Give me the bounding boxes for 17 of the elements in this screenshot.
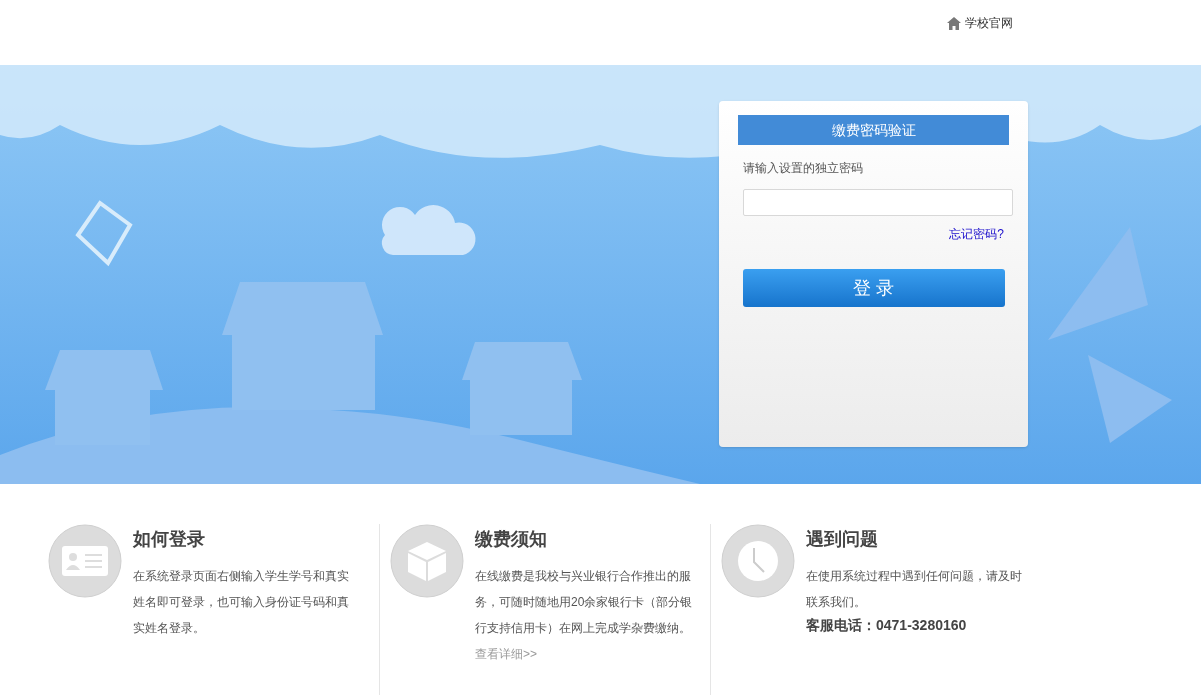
field-label: 请输入设置的独立密码	[743, 160, 864, 177]
home-icon	[947, 16, 961, 30]
card-description: 在使用系统过程中遇到任何问题，请及时联系我们。	[806, 568, 1023, 611]
card-title: 遇到问题	[806, 528, 879, 551]
password-field[interactable]	[743, 189, 1013, 216]
card-title: 如何登录	[133, 528, 206, 551]
cube-icon	[390, 524, 464, 598]
panel-title: 缴费密码验证	[738, 115, 1009, 145]
forgot-password-link[interactable]: 忘记密码?	[949, 225, 1004, 243]
login-button[interactable]: 登 录	[743, 269, 1005, 307]
id-card-icon	[48, 524, 122, 598]
card-description: 在线缴费是我校与兴业银行合作推出的服务，可随时随地用20余家银行卡（部分银行支持信用卡）在网上完成学杂费缴纳。	[475, 568, 694, 637]
hotline-text: 客服电话：0471-3280160	[806, 616, 968, 635]
home-link[interactable]: 学校官网	[947, 14, 1013, 32]
clock-icon	[721, 524, 795, 598]
card-title: 缴费须知	[475, 528, 548, 551]
card-description: 在系统登录页面右侧输入学生学号和真实姓名即可登录，也可输入身份证号码和真实姓名登录。	[133, 568, 350, 637]
